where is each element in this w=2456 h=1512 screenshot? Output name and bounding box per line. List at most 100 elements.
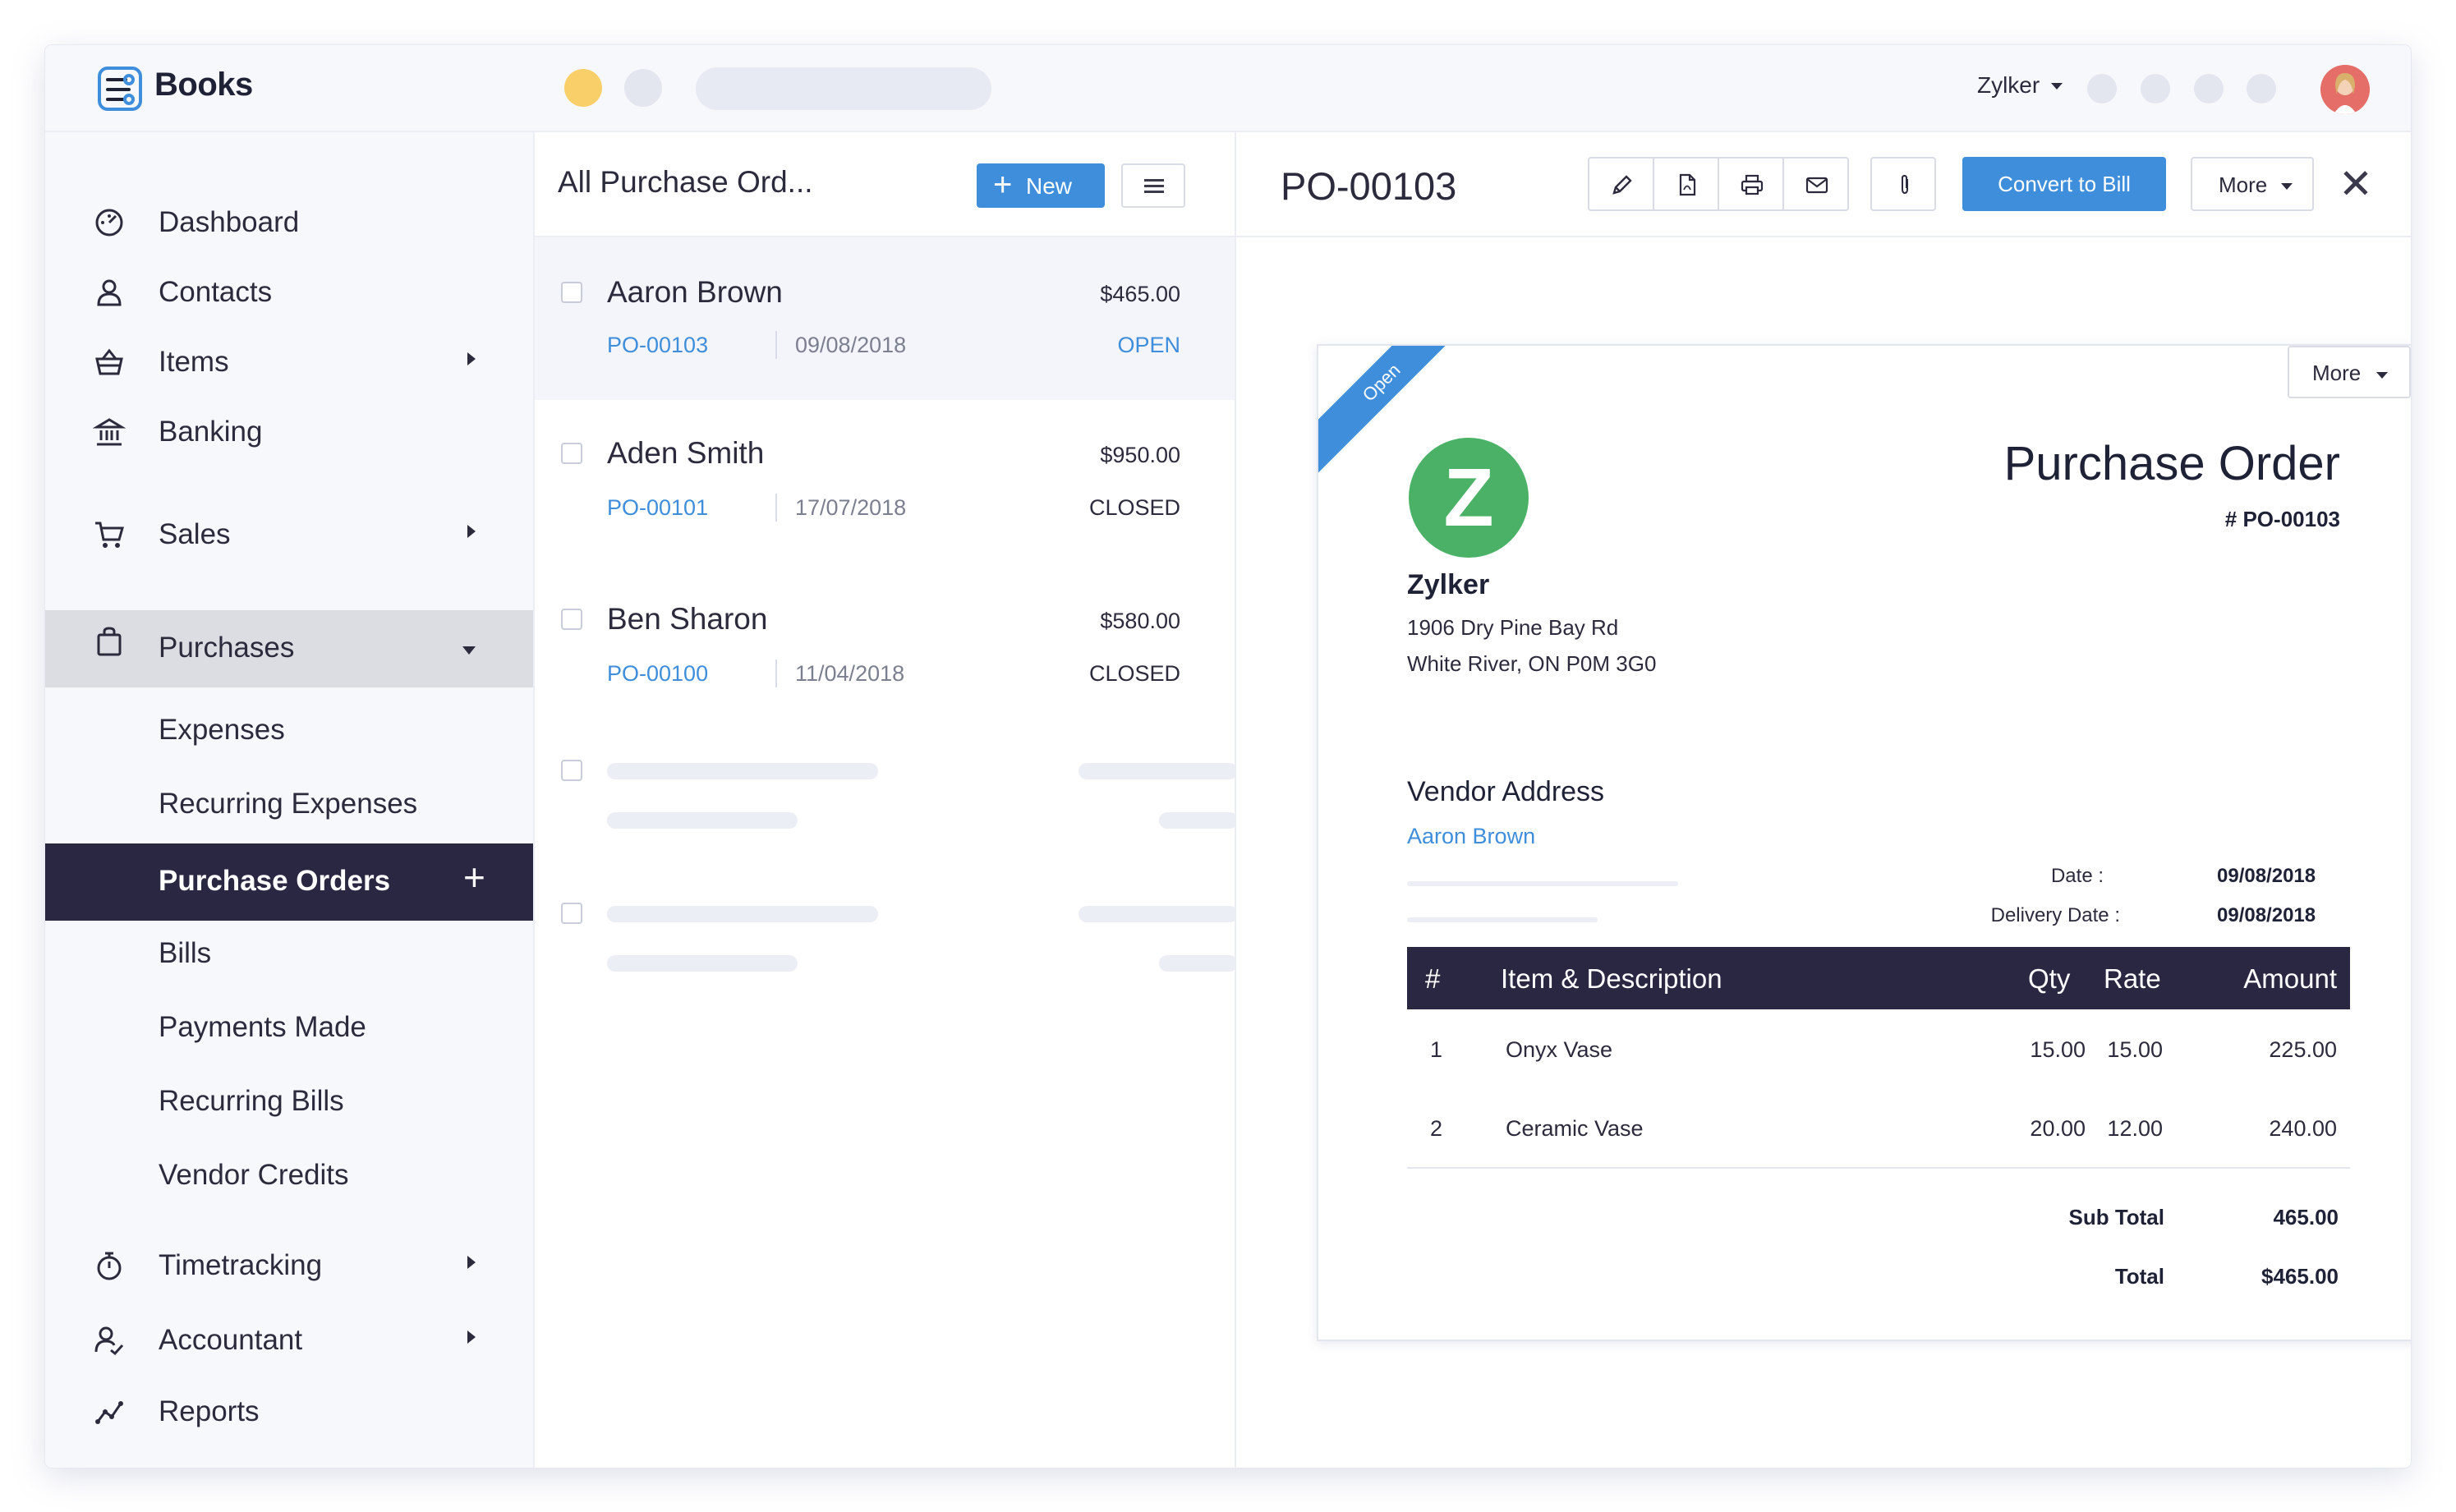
- org-name: Zylker: [1976, 72, 2040, 98]
- list-menu-button[interactable]: [1121, 163, 1185, 208]
- org-switcher[interactable]: Zylker: [1976, 72, 2063, 99]
- more-button-label: More: [2219, 172, 2268, 197]
- sidebar-item-banking[interactable]: Banking: [45, 399, 533, 465]
- list-item[interactable]: Aden Smith $950.00 PO-00101 17/07/2018 C…: [535, 402, 1235, 564]
- document-number: # PO-00103: [2224, 507, 2340, 531]
- row-checkbox[interactable]: [561, 282, 582, 303]
- attachment-button[interactable]: [1870, 157, 1936, 211]
- sidebar-subitem-vendor-credits[interactable]: Vendor Credits: [45, 1141, 533, 1213]
- edit-button[interactable]: [1589, 159, 1654, 209]
- brand-name: Books: [154, 67, 253, 103]
- sidebar-subitem-payments-made[interactable]: Payments Made: [45, 993, 533, 1065]
- line-amount: 225.00: [2269, 1037, 2337, 1062]
- col-num: #: [1425, 963, 1441, 994]
- chevron-down-icon: [2281, 183, 2293, 190]
- topbar-icon-1[interactable]: [2087, 74, 2117, 103]
- sidebar-item-purchases[interactable]: Purchases: [45, 610, 533, 687]
- vendor-link[interactable]: Aaron Brown: [1407, 824, 1535, 849]
- address-placeholder: [1407, 881, 1678, 886]
- search-bar[interactable]: [696, 67, 991, 110]
- status-dot-grey: [624, 69, 662, 107]
- sidebar-subitem-label: Vendor Credits: [159, 1159, 349, 1191]
- status-badge: CLOSED: [1088, 661, 1180, 686]
- books-logo-icon[interactable]: [96, 65, 144, 113]
- sidebar-subitem-label: Purchase Orders: [159, 865, 391, 897]
- line-item: Ceramic Vase: [1506, 1116, 1644, 1141]
- sidebar-subitem-expenses[interactable]: Expenses: [45, 696, 533, 768]
- row-checkbox[interactable]: [561, 760, 582, 781]
- row-amount: $950.00: [1100, 443, 1180, 467]
- col-qty: Qty: [2028, 963, 2071, 994]
- date-label: Date :: [2050, 865, 2104, 887]
- new-button-label: New: [1026, 173, 1073, 199]
- list-item[interactable]: Ben Sharon $580.00 PO-00100 11/04/2018 C…: [535, 568, 1235, 730]
- po-date: 11/04/2018: [795, 661, 905, 686]
- stopwatch-icon: [97, 1252, 122, 1280]
- pdf-button[interactable]: [1654, 159, 1719, 209]
- new-button[interactable]: + New: [977, 163, 1105, 208]
- line-rate: 15.00: [2107, 1037, 2163, 1062]
- line-item: Onyx Vase: [1506, 1037, 1613, 1062]
- sidebar-item-label: Contacts: [159, 276, 273, 308]
- sidebar: Dashboard Contacts Items Banking Sales P…: [45, 132, 535, 1468]
- chevron-down-icon: [462, 646, 476, 655]
- avatar[interactable]: [2320, 65, 2370, 114]
- vendor-name: Ben Sharon: [607, 602, 768, 636]
- line-rate: 12.00: [2107, 1116, 2163, 1141]
- delivery-date-value: 09/08/2018: [2217, 904, 2316, 926]
- col-item: Item & Description: [1501, 963, 1722, 994]
- topbar-icon-4[interactable]: [2247, 74, 2276, 103]
- document-more-button[interactable]: More: [2288, 346, 2411, 398]
- reports-icon: [95, 1401, 123, 1424]
- hamburger-icon: [1144, 179, 1164, 182]
- table-row: 1 Onyx Vase 15.00 15.00 225.00: [1407, 1009, 2350, 1088]
- status-badge: CLOSED: [1088, 495, 1180, 520]
- row-checkbox[interactable]: [561, 443, 582, 464]
- divider: [775, 494, 777, 522]
- contacts-icon: [97, 279, 122, 306]
- row-amount: $580.00: [1100, 609, 1180, 633]
- dashboard-icon: [95, 209, 123, 237]
- more-button-label: More: [2312, 361, 2362, 385]
- sidebar-item-reports[interactable]: Reports: [45, 1379, 533, 1445]
- more-button[interactable]: More: [2191, 157, 2314, 211]
- po-number: PO-00101: [607, 495, 709, 520]
- sidebar-subitem-recurring-bills[interactable]: Recurring Bills: [45, 1067, 533, 1139]
- sidebar-item-items[interactable]: Items: [45, 329, 533, 395]
- sidebar-item-accountant[interactable]: Accountant: [45, 1307, 533, 1373]
- topbar-icon-3[interactable]: [2194, 74, 2224, 103]
- pdf-icon: [1679, 173, 1696, 196]
- add-purchase-order-button[interactable]: +: [463, 855, 485, 899]
- line-qty: 15.00: [2030, 1037, 2086, 1062]
- line-amount: 240.00: [2269, 1116, 2337, 1141]
- convert-to-bill-button[interactable]: Convert to Bill: [1962, 157, 2166, 211]
- col-rate: Rate: [2104, 963, 2161, 994]
- divider: [775, 331, 777, 359]
- toolbar: [1588, 157, 1849, 211]
- line-num: 2: [1430, 1116, 1443, 1141]
- total-label: Total: [2114, 1264, 2164, 1289]
- banking-icon: [93, 418, 126, 446]
- divider: [775, 659, 777, 687]
- sidebar-item-timetracking[interactable]: Timetracking: [45, 1233, 533, 1298]
- sidebar-subitem-recurring-expenses[interactable]: Recurring Expenses: [45, 770, 533, 842]
- list-view-selector[interactable]: All Purchase Ord...: [558, 165, 813, 200]
- row-checkbox[interactable]: [561, 609, 582, 630]
- sidebar-item-contacts[interactable]: Contacts: [45, 260, 533, 325]
- top-bar: Books Zylker: [45, 45, 2411, 132]
- sidebar-subitem-bills[interactable]: Bills: [45, 919, 533, 991]
- print-button[interactable]: [1719, 159, 1784, 209]
- email-button[interactable]: [1784, 159, 1847, 209]
- topbar-icon-2[interactable]: [2141, 74, 2170, 103]
- sidebar-subitem-purchase-orders[interactable]: Purchase Orders +: [45, 843, 533, 921]
- sidebar-item-label: Purchases: [159, 632, 295, 664]
- date-value: 09/08/2018: [2217, 865, 2316, 887]
- row-checkbox[interactable]: [561, 903, 582, 924]
- close-icon[interactable]: ✕: [2339, 160, 2373, 208]
- chevron-right-icon: [467, 352, 476, 365]
- list-item[interactable]: Aaron Brown $465.00 PO-00103 09/08/2018 …: [535, 237, 1235, 400]
- sidebar-item-sales[interactable]: Sales: [45, 502, 533, 568]
- mail-icon: [1805, 177, 1828, 194]
- po-date: 17/07/2018: [795, 495, 907, 520]
- sidebar-item-dashboard[interactable]: Dashboard: [45, 190, 533, 255]
